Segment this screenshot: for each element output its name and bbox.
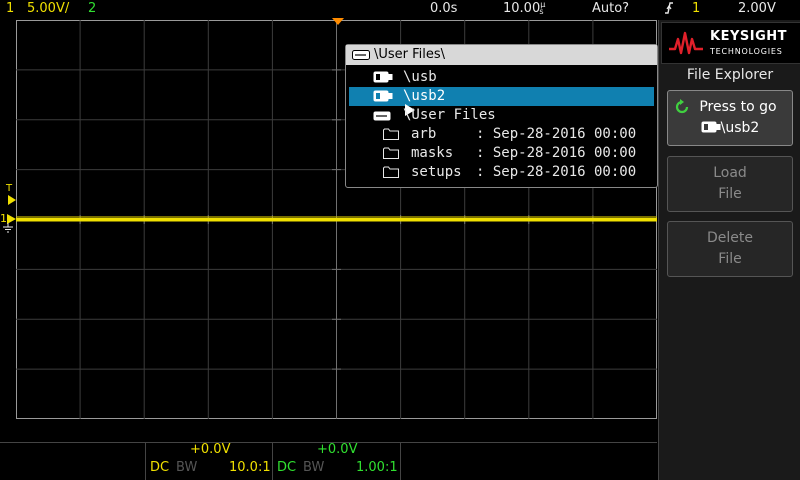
divider xyxy=(272,442,273,480)
press-to-go-path: \usb2 xyxy=(720,120,760,136)
current-path: \User Files\ xyxy=(374,47,446,62)
ch2-probe[interactable]: 1.00:1 xyxy=(356,460,398,475)
trigger-level-marker[interactable] xyxy=(8,195,16,205)
folder-date: : Sep-28-2016 00:00 xyxy=(476,126,637,142)
trigger-source[interactable]: 1 xyxy=(692,1,700,16)
file-explorer-titlebar: \User Files\ xyxy=(346,45,657,65)
ch1-probe[interactable]: 10.0:1 xyxy=(229,460,271,475)
delete-file-label-1: Delete xyxy=(707,230,753,246)
usb-drive-icon xyxy=(701,121,721,133)
delete-file-button[interactable]: Delete File xyxy=(667,221,793,277)
file-row-usb[interactable]: \usb xyxy=(349,68,654,87)
ground-icon xyxy=(3,223,13,233)
folder-date: : Sep-28-2016 00:00 xyxy=(476,145,637,161)
folder-row-setups[interactable]: setups : Sep-28-2016 00:00 xyxy=(349,163,654,182)
press-to-go-label: Press to go xyxy=(699,99,777,115)
time-delay[interactable]: 0.0s xyxy=(430,1,457,16)
folder-row-arb[interactable]: arb : Sep-28-2016 00:00 xyxy=(349,125,654,144)
file-explorer-dialog: \User Files\ \usb \usb2 \User Files arb … xyxy=(345,44,658,188)
drive-icon xyxy=(352,50,370,60)
load-file-label-2: File xyxy=(718,186,742,202)
trigger-level-label: T xyxy=(6,183,13,194)
file-row-user-files[interactable]: \User Files xyxy=(349,106,654,125)
file-row-name: \User Files xyxy=(403,107,496,123)
ch2-bw-limit[interactable]: BW xyxy=(303,460,324,475)
load-file-button[interactable]: Load File xyxy=(667,156,793,212)
folder-row-masks[interactable]: masks : Sep-28-2016 00:00 xyxy=(349,144,654,163)
folder-name: arb xyxy=(411,126,437,142)
keysight-wave-icon xyxy=(669,31,703,55)
drive-icon xyxy=(373,111,391,121)
usb-drive-icon xyxy=(373,71,393,83)
trigger-level[interactable]: 2.00V xyxy=(738,1,776,16)
ch1-offset[interactable]: +0.0V xyxy=(190,442,230,457)
ch1-bw-limit[interactable]: BW xyxy=(176,460,197,475)
brand-name: KEYSIGHT xyxy=(710,29,787,44)
trigger-position-marker[interactable] xyxy=(332,18,344,26)
folder-date: : Sep-28-2016 00:00 xyxy=(476,164,637,180)
divider xyxy=(400,442,401,480)
brand-logo: KEYSIGHT TECHNOLOGIES xyxy=(661,22,800,64)
time-scale[interactable]: 10.00µs xyxy=(503,0,549,16)
folder-icon xyxy=(383,128,399,140)
folder-name: setups xyxy=(411,164,462,180)
time-scale-value: 10.00 xyxy=(503,1,541,16)
trigger-mode[interactable]: Auto? xyxy=(592,1,629,16)
ch1-coupling[interactable]: DC xyxy=(150,460,169,475)
ch1-scale[interactable]: 5.00V/ xyxy=(27,1,69,16)
trigger-edge-icon xyxy=(664,1,674,19)
file-row-name: \usb xyxy=(403,69,437,85)
file-row-usb2[interactable]: \usb2 xyxy=(349,87,654,116)
ch2-offset[interactable]: +0.0V xyxy=(317,442,357,457)
brand-subtitle: TECHNOLOGIES xyxy=(710,47,783,56)
press-to-go-button[interactable]: Press to go \usb2 xyxy=(667,90,793,146)
ch2-number[interactable]: 2 xyxy=(88,1,96,16)
divider xyxy=(145,442,146,480)
channel-info-bar: +0.0V DC BW 10.0:1 +0.0V DC BW 1.00:1 xyxy=(0,420,657,480)
folder-icon xyxy=(383,166,399,178)
ch1-trace xyxy=(16,217,657,222)
load-file-label-1: Load xyxy=(713,165,747,181)
softkey-panel: KEYSIGHT TECHNOLOGIES File Explorer Pres… xyxy=(658,20,800,480)
time-scale-unit: s xyxy=(539,7,544,16)
usb-drive-icon xyxy=(373,90,393,102)
panel-title: File Explorer xyxy=(686,67,774,83)
ch1-number[interactable]: 1 xyxy=(6,1,14,16)
ch2-coupling[interactable]: DC xyxy=(277,460,296,475)
press-to-go-target: \usb2 xyxy=(668,120,792,136)
delete-file-label-2: File xyxy=(718,251,742,267)
status-bar: 1 5.00V/ 2 0.0s 10.00µs Auto? 1 2.00V xyxy=(0,0,800,18)
folder-icon xyxy=(383,147,399,159)
folder-name: masks xyxy=(411,145,454,161)
file-row-name: \usb2 xyxy=(403,88,446,104)
